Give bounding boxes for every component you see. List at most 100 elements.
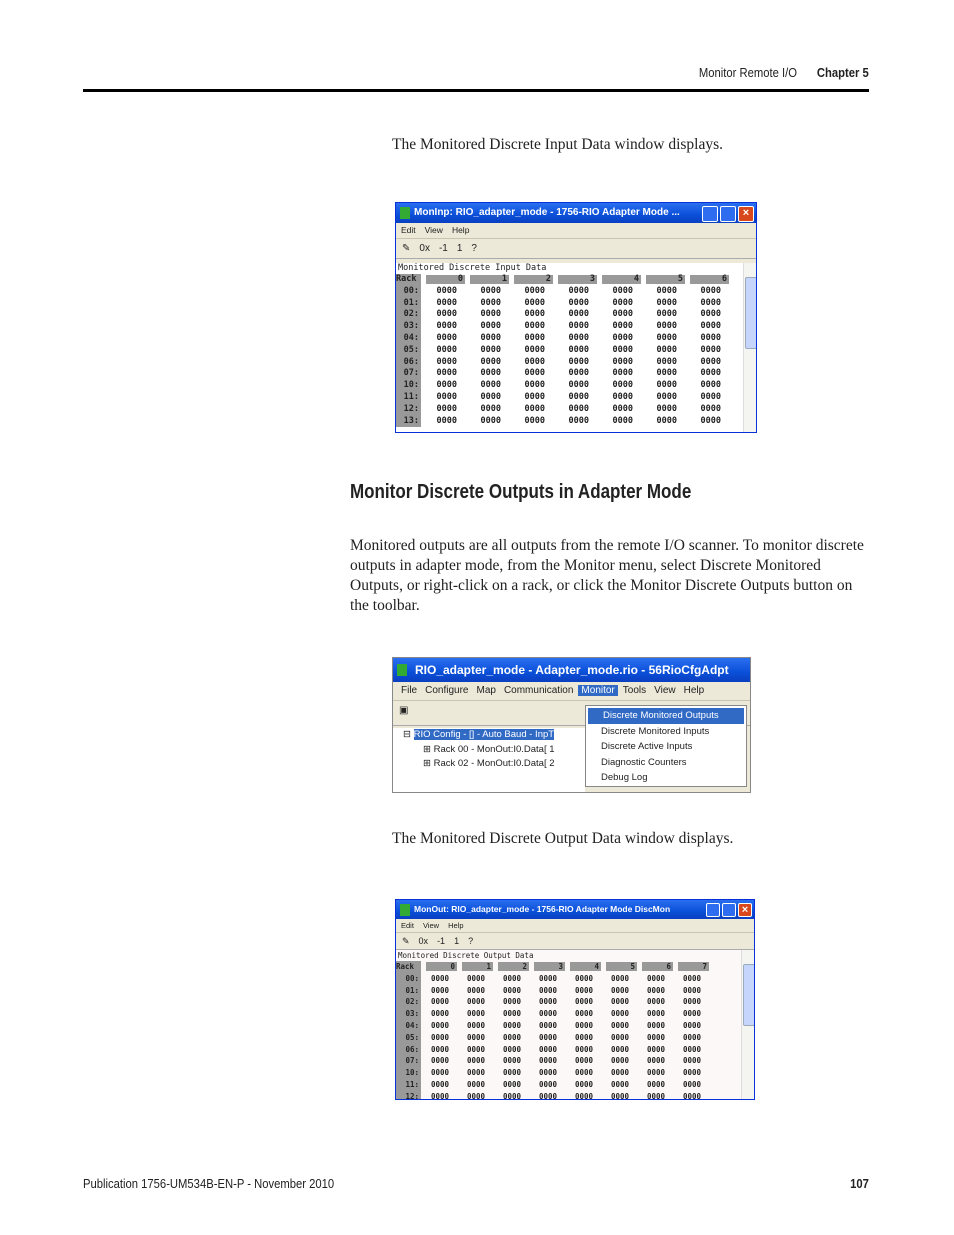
toolbar-item[interactable]: -1 xyxy=(437,936,445,946)
menu-item[interactable]: Discrete Monitored Outputs xyxy=(588,708,744,724)
grid-row: 07: 0000 0000 0000 0000 0000 0000 0000 xyxy=(396,368,744,381)
cell-value: 0000 xyxy=(700,391,721,402)
tree-item[interactable]: ⊞ Rack 00 - MonOut:I0.Data[ 1 xyxy=(393,743,585,758)
cell-value: 0000 xyxy=(436,368,457,379)
cell-value: 0000 xyxy=(612,380,633,391)
grid-row: 00: 0000 0000 0000 0000 0000 0000 0000 xyxy=(396,285,744,298)
cell-value: 0000 xyxy=(502,1068,521,1078)
toolbar-item[interactable]: 1 xyxy=(457,243,463,254)
cell-value: 0000 xyxy=(656,321,677,332)
pencil-icon[interactable]: ✎ xyxy=(402,936,410,946)
menu-tools[interactable]: Tools xyxy=(620,685,649,696)
maximize-button[interactable] xyxy=(722,903,736,917)
menu-help[interactable]: Help xyxy=(452,225,469,235)
data-grid: Monitored Discrete Output Data Rack 0 1 2 3 4 5… xyxy=(396,950,741,1100)
cell-value: 0000 xyxy=(480,391,501,402)
scrollbar[interactable] xyxy=(741,950,754,1099)
cell-value: 0000 xyxy=(610,1020,629,1030)
close-button[interactable]: × xyxy=(738,903,752,917)
save-icon[interactable]: ▣ xyxy=(399,705,408,716)
rack-number: 02: xyxy=(396,996,421,1009)
cell-value: 0000 xyxy=(574,1068,593,1078)
cell-value: 0000 xyxy=(612,321,633,332)
cell-value: 0000 xyxy=(700,321,721,332)
cell-value: 0000 xyxy=(574,1020,593,1030)
cell-value: 0000 xyxy=(480,332,501,343)
column-header: 5 xyxy=(646,275,685,284)
cell-value: 0000 xyxy=(502,997,521,1007)
column-header: 6 xyxy=(690,275,729,284)
menu-item[interactable]: Diagnostic Counters xyxy=(586,755,746,771)
grid-row: 03: 0000 0000 0000 0000 0000 0000 0000 0000 xyxy=(396,1008,741,1020)
minimize-button[interactable] xyxy=(706,903,720,917)
menu-item[interactable]: Discrete Monitored Inputs xyxy=(586,724,746,740)
menu-view[interactable]: View xyxy=(423,921,439,930)
rack-number: 10: xyxy=(396,1067,421,1079)
toolbar-item[interactable]: 0x xyxy=(419,936,429,946)
menu-communication[interactable]: Communication xyxy=(501,685,576,696)
scrollbar[interactable] xyxy=(743,263,756,432)
grid-header-row: Rack 0 1 2 3 4 5 6 xyxy=(396,274,744,286)
cell-value: 0000 xyxy=(646,1079,665,1089)
menu-view[interactable]: View xyxy=(425,225,443,235)
cell-value: 0000 xyxy=(480,380,501,391)
toolbar-item[interactable]: ? xyxy=(468,936,473,946)
menu-edit[interactable]: Edit xyxy=(401,225,416,235)
rack-number: 01: xyxy=(396,984,421,997)
minimize-button[interactable] xyxy=(702,206,718,222)
toolbar-item[interactable]: 0x xyxy=(419,243,430,254)
tree-item[interactable]: ⊞ Rack 02 - MonOut:I0.Data[ 2 xyxy=(393,757,585,772)
title-bar: MonOut: RIO_adapter_mode - 1756-RIO Adap… xyxy=(396,900,754,919)
cell-value: 0000 xyxy=(436,321,457,332)
cell-value: 0000 xyxy=(480,415,501,426)
expand-icon[interactable]: ⊞ xyxy=(423,758,434,769)
cell-value: 0000 xyxy=(646,1056,665,1066)
menu-item[interactable]: Debug Log xyxy=(586,770,746,786)
menu-map[interactable]: Map xyxy=(473,685,498,696)
monitor-dropdown: Discrete Monitored Outputs Discrete Monit… xyxy=(585,705,747,787)
cell-value: 0000 xyxy=(430,1032,449,1042)
cell-value: 0000 xyxy=(656,391,677,402)
menu-view[interactable]: View xyxy=(651,685,679,696)
menu-help[interactable]: Help xyxy=(448,921,463,930)
header-rule xyxy=(83,89,869,92)
cell-value: 0000 xyxy=(568,380,589,391)
cell-value: 0000 xyxy=(436,415,457,426)
maximize-button[interactable] xyxy=(720,206,736,222)
menu-item[interactable]: Discrete Active Inputs xyxy=(586,739,746,755)
rack-number: 13: xyxy=(396,415,421,428)
cell-value: 0000 xyxy=(682,1044,701,1054)
toolbar-item[interactable]: -1 xyxy=(439,243,448,254)
grid-row: 01: 0000 0000 0000 0000 0000 0000 0000 xyxy=(396,297,744,310)
page-number: 107 xyxy=(850,1177,869,1191)
expand-icon[interactable]: ⊞ xyxy=(423,744,434,755)
menu-monitor[interactable]: Monitor xyxy=(578,685,618,696)
app-icon xyxy=(400,207,410,219)
chapter-label: Chapter 5 xyxy=(817,66,869,80)
cell-value: 0000 xyxy=(430,1091,449,1100)
app-icon xyxy=(400,904,410,916)
cell-value: 0000 xyxy=(610,1068,629,1078)
tree-item[interactable]: ⊟ RIO Config - [] - Auto Baud - InpT xyxy=(393,728,585,743)
cell-value: 0000 xyxy=(502,1091,521,1100)
close-button[interactable]: × xyxy=(738,206,754,222)
cell-value: 0000 xyxy=(430,1020,449,1030)
cell-value: 0000 xyxy=(610,973,629,983)
menu-configure[interactable]: Configure xyxy=(422,685,471,696)
menu-file[interactable]: File xyxy=(398,685,420,696)
cell-value: 0000 xyxy=(436,332,457,343)
toolbar-item[interactable]: ? xyxy=(471,243,477,254)
grid-row: 11: 0000 0000 0000 0000 0000 0000 0000 xyxy=(396,391,744,404)
toolbar: ✎ 0x -1 1? xyxy=(396,239,756,259)
grid-row: 06: 0000 0000 0000 0000 0000 0000 0000 0000 xyxy=(396,1043,741,1056)
cell-value: 0000 xyxy=(568,332,589,343)
rack-number: 06: xyxy=(396,356,421,369)
toolbar-item[interactable]: 1 xyxy=(454,936,459,946)
cell-value: 0000 xyxy=(524,356,545,367)
expand-icon[interactable]: ⊟ xyxy=(403,729,414,740)
column-header: 4 xyxy=(602,275,641,284)
pencil-icon[interactable]: ✎ xyxy=(402,243,410,254)
menu-help[interactable]: Help xyxy=(681,685,708,696)
cell-value: 0000 xyxy=(430,985,449,995)
menu-edit[interactable]: Edit xyxy=(401,921,414,930)
